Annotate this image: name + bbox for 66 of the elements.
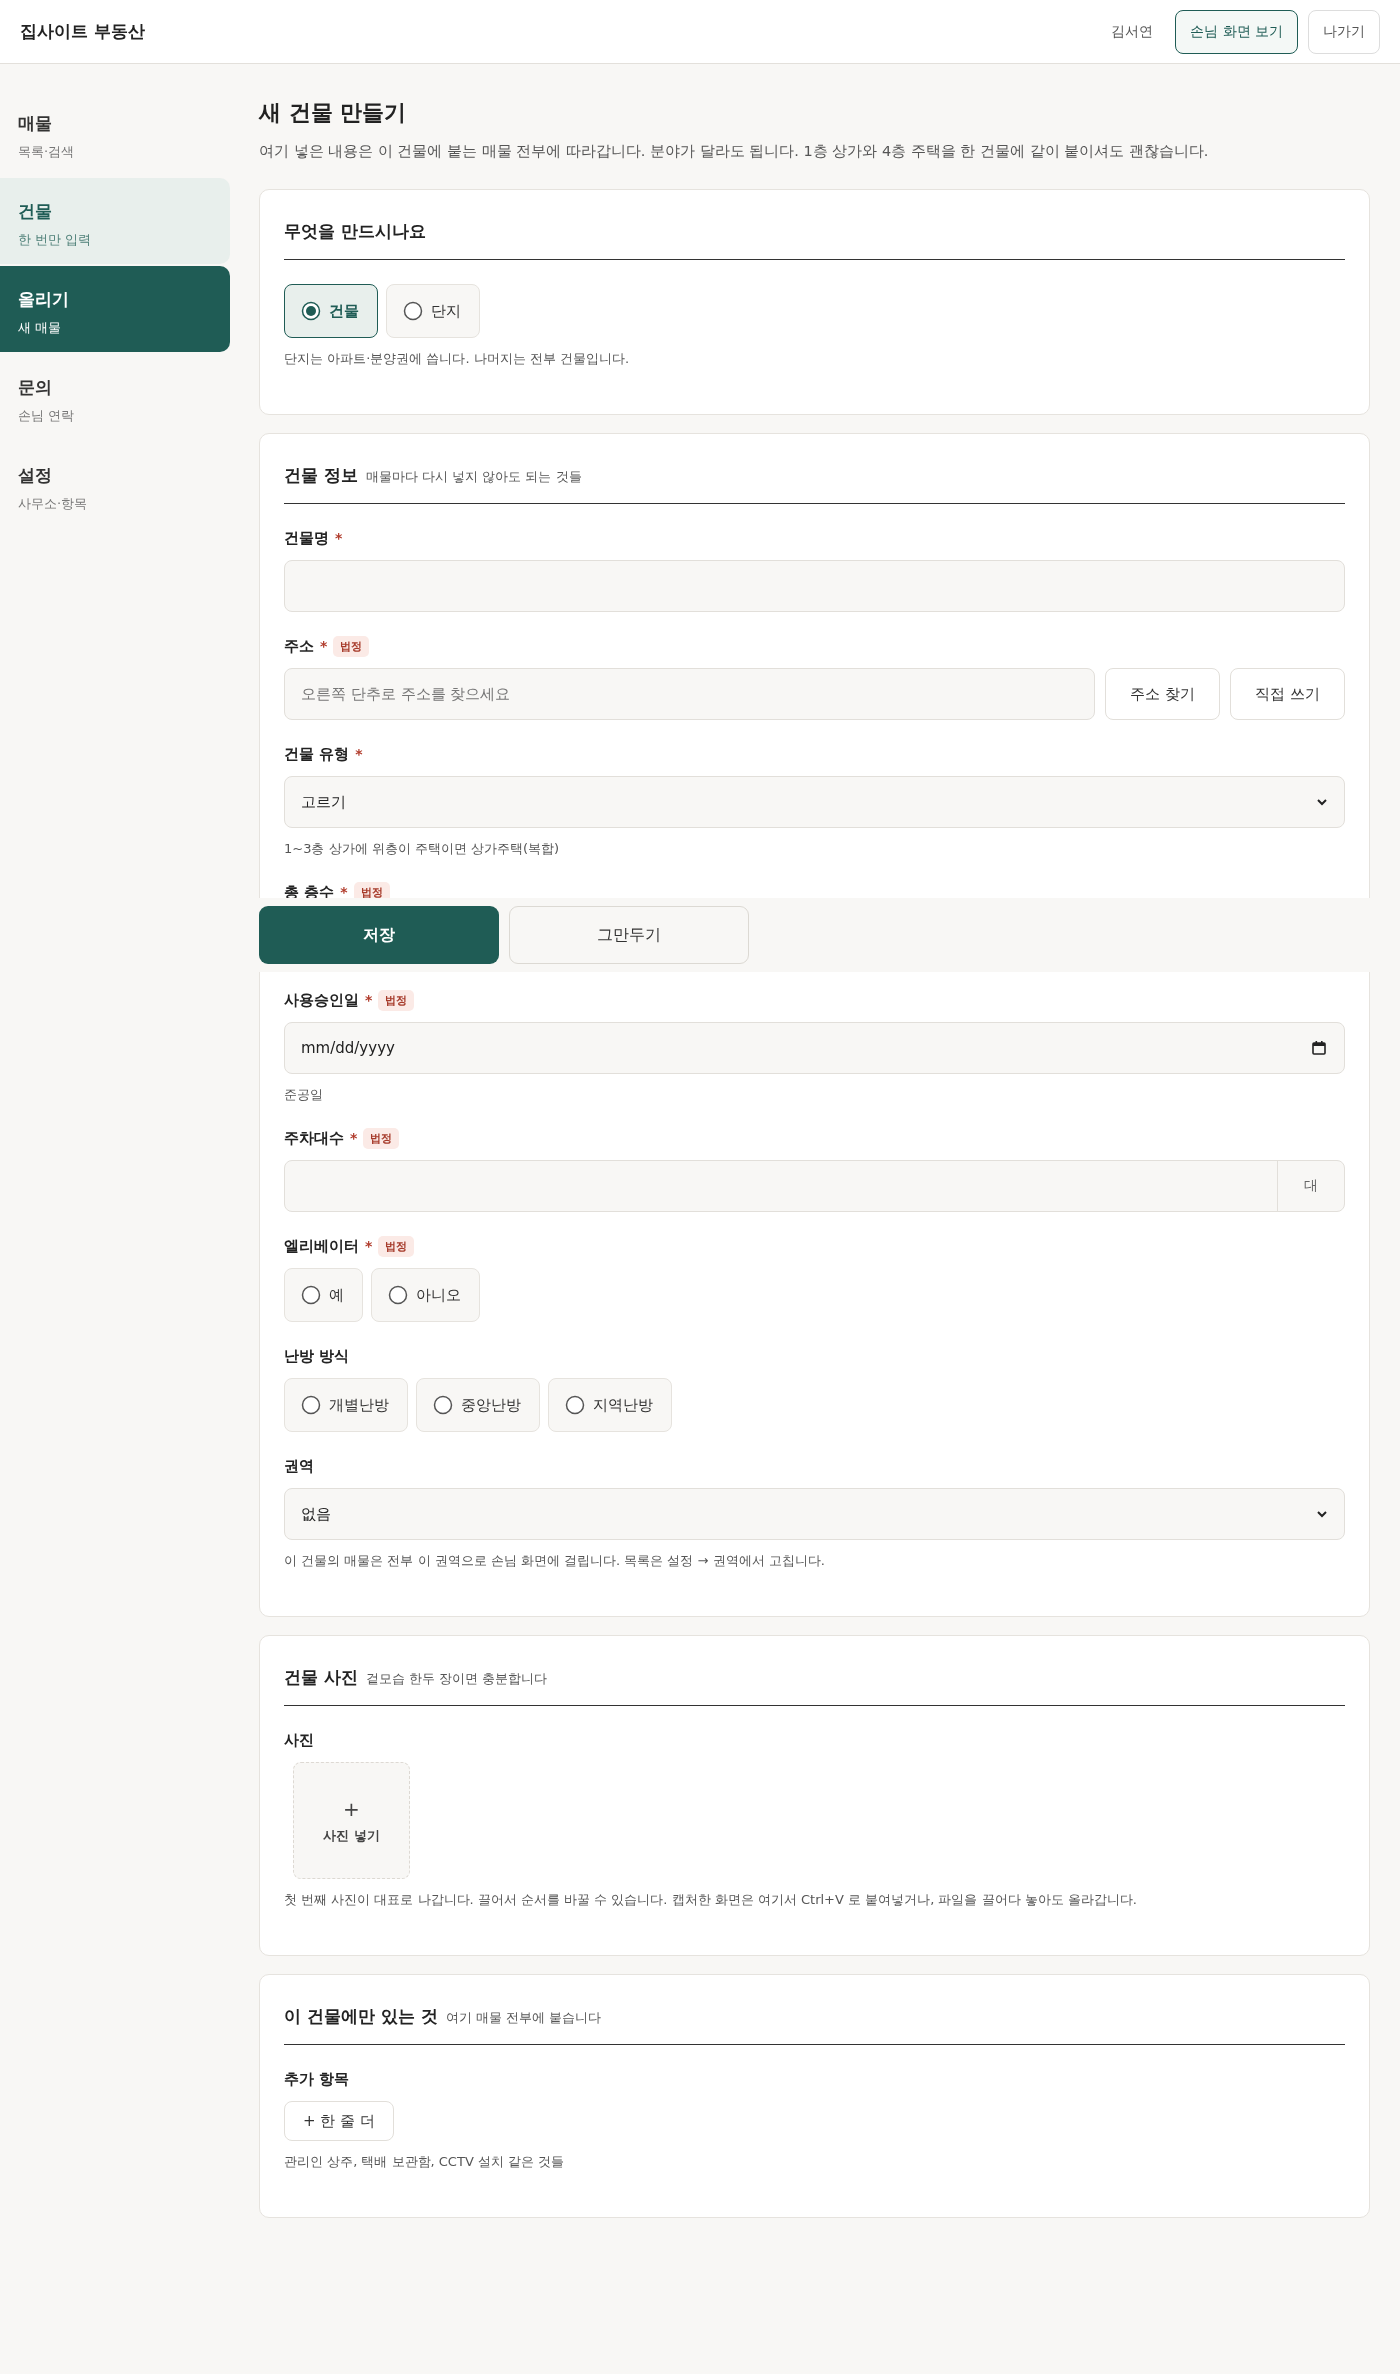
add-row-button[interactable]: + 한 줄 더	[284, 2101, 394, 2141]
radio-option[interactable]: 중앙난방	[416, 1378, 540, 1432]
field-hint: 이 건물의 매물은 전부 이 권역으로 손님 화면에 걸립니다. 목록은 설정 → 권역에서 고칩니다.	[284, 1552, 826, 1570]
field-hint: 첫 번째 사진이 대표로 나갑니다. 끌어서 순서를 바꿀 수 있습니다. 캡처한 화면은 여기서 Ctrl+V 로 붙여넣거나, 파일을 끌어다 놓아도 올라갑니다.	[284, 1891, 1138, 1909]
address-field[interactable]: 오른쪽 단추로 주소를 찾으세요	[284, 668, 1096, 720]
required-mark: *	[335, 530, 343, 546]
action-button[interactable]: 저장	[259, 906, 499, 964]
select-field[interactable]: 없음	[284, 1488, 1345, 1540]
field-label: 추가 항목	[284, 2069, 350, 2089]
radio-option[interactable]: 아니오	[371, 1268, 480, 1322]
required-mark: *	[350, 1130, 358, 1146]
page-description: 여기 넣은 내용은 이 건물에 붙는 매물 전부에 따라갑니다. 분야가 달라도 됩니다. 1층 상가와 4층 주택을 한 건물에 같이 붙이셔도 괜찮습니다.	[259, 142, 1210, 161]
radio-option[interactable]: 건물	[284, 284, 378, 338]
plus-icon: +	[343, 1796, 360, 1821]
required-mark: *	[365, 992, 373, 1008]
field-label: 주차대수	[284, 1128, 344, 1148]
sidebar-item[interactable]: 올리기 새 매물	[0, 266, 230, 352]
radio-option[interactable]: 단지	[386, 284, 480, 338]
legal-badge: 법정	[363, 1127, 400, 1149]
field-label: 엘리베이터	[284, 1236, 359, 1256]
legal-badge: 법정	[333, 635, 370, 657]
sidebar-item[interactable]: 문의 손님 연락	[0, 354, 230, 440]
header-button[interactable]: 손님 화면 보기	[1175, 9, 1298, 54]
required-mark: *	[340, 884, 348, 900]
required-mark: *	[355, 746, 363, 762]
field-hint: 1~3층 상가에 위층이 주택이면 상가주택(복합)	[284, 840, 561, 858]
card-title: 건물 사진	[284, 1666, 358, 1689]
card-title: 이 건물에만 있는 것	[284, 2005, 438, 2028]
select-field[interactable]: 고르기	[284, 776, 1345, 828]
site-title: 집사이트 부동산	[20, 20, 146, 43]
required-mark: *	[365, 1238, 373, 1254]
card-subtitle: 겉모습 한두 장이면 충분합니다	[365, 1670, 548, 1688]
sidebar-item[interactable]: 설정 사무소·항목	[0, 442, 230, 528]
action-button[interactable]: 그만두기	[509, 906, 749, 964]
number-field[interactable]: 대	[284, 1160, 1345, 1212]
header-button[interactable]: 나가기	[1308, 9, 1380, 54]
photo-upload-tile[interactable]: + 사진 넣기	[293, 1762, 410, 1879]
field-label: 사진	[284, 1730, 314, 1750]
field-label: 건물 유형	[284, 744, 350, 764]
radio-option[interactable]: 예	[284, 1268, 363, 1322]
card-title: 건물 정보	[284, 464, 358, 487]
field-label: 건물명	[284, 528, 329, 548]
radio-option[interactable]: 개별난방	[284, 1378, 408, 1432]
field-hint: 단지는 아파트·분양권에 씁니다. 나머지는 전부 건물입니다.	[284, 350, 631, 368]
field-hint: 준공일	[284, 1086, 324, 1104]
required-mark: *	[320, 638, 328, 654]
sidebar-item[interactable]: 매물 목록·검색	[0, 90, 230, 176]
page-title: 새 건물 만들기	[259, 99, 408, 127]
legal-badge: 법정	[378, 989, 415, 1011]
address-button[interactable]: 주소 찾기	[1105, 668, 1221, 720]
field-label: 주소	[284, 636, 314, 656]
sidebar-item[interactable]: 건물 한 번만 입력	[0, 178, 230, 264]
radio-option[interactable]: 지역난방	[548, 1378, 672, 1432]
field-label: 사용승인일	[284, 990, 359, 1010]
upload-label: 사진 넣기	[323, 1826, 380, 1845]
card-subtitle: 여기 매물 전부에 붙습니다	[445, 2009, 602, 2027]
date-field[interactable]: mm/dd/yyyy	[284, 1022, 1345, 1074]
card-title: 무엇을 만드시나요	[284, 220, 426, 243]
field-label: 권역	[284, 1456, 314, 1476]
unit-label: 대	[1277, 1161, 1344, 1211]
user-name: 김서연	[1111, 22, 1154, 41]
field-hint: 관리인 상주, 택배 보관함, CCTV 설치 같은 것들	[284, 2153, 566, 2171]
address-button[interactable]: 직접 쓰기	[1230, 668, 1345, 720]
card-subtitle: 매물마다 다시 넣지 않아도 되는 것들	[365, 468, 582, 486]
legal-badge: 법정	[378, 1235, 415, 1257]
field-label: 난방 방식	[284, 1346, 350, 1366]
